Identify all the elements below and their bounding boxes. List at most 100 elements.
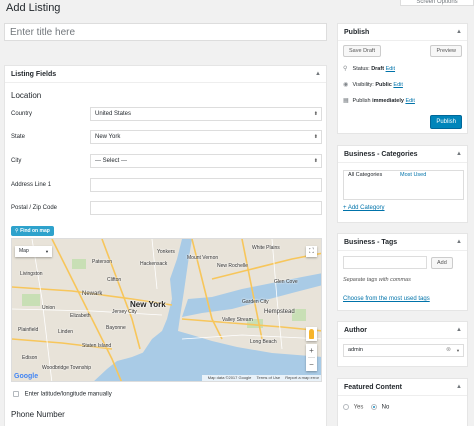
find-on-map-label: Find on map [20, 228, 50, 234]
featured-box: Featured Content ▲ Yes No [337, 378, 468, 426]
categories-header[interactable]: Business - Categories ▲ [338, 146, 467, 163]
featured-header[interactable]: Featured Content ▲ [338, 379, 467, 396]
publish-button[interactable]: Publish [430, 115, 462, 129]
featured-yes-label: Yes [353, 404, 364, 411]
collapse-arrow-icon[interactable]: ▲ [456, 24, 462, 41]
country-select[interactable]: United States ⬍ [90, 107, 322, 121]
state-value: New York [95, 134, 121, 140]
state-select[interactable]: New York ⬍ [90, 130, 322, 144]
add-tag-button[interactable]: Add [431, 257, 453, 269]
city-select[interactable]: --- Select --- ⬍ [90, 154, 322, 168]
author-select[interactable]: admin ⊗ ▼ [343, 344, 464, 357]
map-type-label: Map [19, 248, 29, 254]
preview-button[interactable]: Preview [430, 45, 462, 57]
dropdown-arrow-icon: ▼ [45, 249, 49, 254]
calendar-icon: ▦ [343, 98, 349, 104]
featured-no-radio[interactable] [371, 404, 377, 410]
status-label: Status: [352, 66, 370, 72]
location-heading: Location [11, 91, 42, 100]
collapse-arrow-icon[interactable]: ▲ [456, 146, 462, 163]
schedule-label: Publish [352, 98, 371, 104]
pin-icon: ⚲ [343, 66, 348, 72]
zip-label: Postal / Zip Code [11, 205, 58, 211]
schedule-edit-link[interactable]: Edit [405, 98, 414, 104]
tab-all-categories[interactable]: All Categories [345, 172, 386, 178]
featured-no-label: No [381, 404, 390, 411]
listing-fields-header[interactable]: Listing Fields ▲ [5, 66, 326, 83]
manual-latlng-label: Enter latitude/longitude manually [24, 391, 112, 398]
phone-heading: Phone Number [11, 410, 65, 419]
clear-icon[interactable]: ⊗ [446, 345, 451, 356]
status-edit-link[interactable]: Edit [386, 66, 395, 72]
fullscreen-icon[interactable]: ⛶ [306, 246, 317, 257]
schedule-row: ▦ Publish immediately Edit [343, 97, 415, 104]
place-label: Livingston [20, 271, 43, 277]
report-error-link[interactable]: Report a map error [285, 375, 319, 380]
place-label: Hackensack [140, 261, 168, 267]
google-logo: Google [14, 373, 39, 380]
collapse-arrow-icon[interactable]: ▲ [315, 66, 321, 83]
status-value: Draft [371, 66, 385, 72]
map[interactable]: Map ▼ ⛶ Yonkers Livingston Paterson New … [11, 238, 322, 382]
add-category-link[interactable]: + Add Category [343, 205, 385, 211]
collapse-arrow-icon[interactable]: ▲ [456, 379, 462, 396]
manual-latlng-row[interactable]: Enter latitude/longitude manually [13, 391, 112, 398]
tags-header[interactable]: Business - Tags ▲ [338, 234, 467, 251]
place-label: Staten Island [82, 343, 112, 349]
tags-title: Business - Tags [344, 239, 398, 246]
place-label: Yonkers [157, 249, 175, 255]
choose-tags-link[interactable]: Choose from the most used tags [343, 296, 430, 302]
state-label: State [11, 134, 26, 140]
publish-box: Publish ▲ Save Draft Preview ⚲ Status: D… [337, 23, 468, 134]
listing-fields-box: Listing Fields ▲ Location Country United… [4, 65, 327, 426]
screen-options-tab[interactable]: Screen Options [400, 0, 474, 6]
map-footer: Map data ©2017 Google Terms of Use Repor… [201, 375, 321, 381]
find-on-map-button[interactable]: ⚲ Find on map [11, 226, 54, 236]
zoom-in-icon[interactable]: + [306, 344, 317, 357]
address-input[interactable] [90, 178, 322, 192]
title-input[interactable] [4, 23, 327, 41]
tag-input[interactable] [343, 256, 427, 269]
select-arrows-icon: ⬍ [313, 134, 318, 140]
country-value: United States [95, 111, 132, 117]
zip-input[interactable] [90, 201, 322, 215]
place-label: Paterson [92, 259, 113, 265]
place-label: Newark [82, 291, 103, 297]
place-label: Linden [58, 329, 74, 335]
status-row: ⚲ Status: Draft Edit [343, 65, 395, 72]
eye-icon: ◉ [343, 82, 349, 88]
street-view-pegman-icon[interactable] [306, 327, 317, 341]
visibility-edit-link[interactable]: Edit [393, 82, 402, 88]
manual-latlng-checkbox[interactable] [13, 391, 19, 397]
map-data-text: Map data ©2017 Google [207, 375, 252, 380]
place-label: Woodbridge Township [42, 365, 92, 371]
tags-hint: Separate tags with commas [343, 277, 411, 283]
tab-most-used[interactable]: Most Used [400, 172, 426, 178]
city-label: City [11, 158, 22, 164]
save-draft-button[interactable]: Save Draft [343, 45, 381, 57]
map-type-dropdown[interactable]: Map ▼ [15, 246, 52, 257]
featured-title: Featured Content [344, 384, 402, 391]
categories-box: Business - Categories ▲ All Categories M… [337, 145, 468, 223]
zoom-out-icon[interactable]: − [306, 358, 317, 371]
featured-yes-option[interactable]: Yes [343, 404, 363, 411]
author-box: Author ▲ admin ⊗ ▼ [337, 321, 468, 367]
featured-no-option[interactable]: No [371, 404, 389, 411]
publish-header[interactable]: Publish ▲ [338, 24, 467, 41]
featured-yes-radio[interactable] [343, 404, 349, 410]
place-label: Glen Cove [274, 279, 298, 285]
collapse-arrow-icon[interactable]: ▲ [456, 322, 462, 339]
place-label: Union [42, 305, 56, 311]
place-label: Plainfield [18, 327, 39, 333]
terms-link[interactable]: Terms of Use [257, 375, 281, 380]
dropdown-arrow-icon: ▼ [456, 348, 460, 353]
author-title: Author [344, 327, 367, 334]
place-label: Clifton [107, 277, 122, 283]
category-tabs-panel: All Categories Most Used [343, 170, 464, 200]
listing-fields-title: Listing Fields [11, 71, 57, 78]
author-header[interactable]: Author ▲ [338, 322, 467, 339]
publish-title: Publish [344, 29, 370, 36]
collapse-arrow-icon[interactable]: ▲ [456, 234, 462, 251]
place-label: Bayonne [106, 325, 126, 331]
visibility-value: Public [375, 82, 392, 88]
